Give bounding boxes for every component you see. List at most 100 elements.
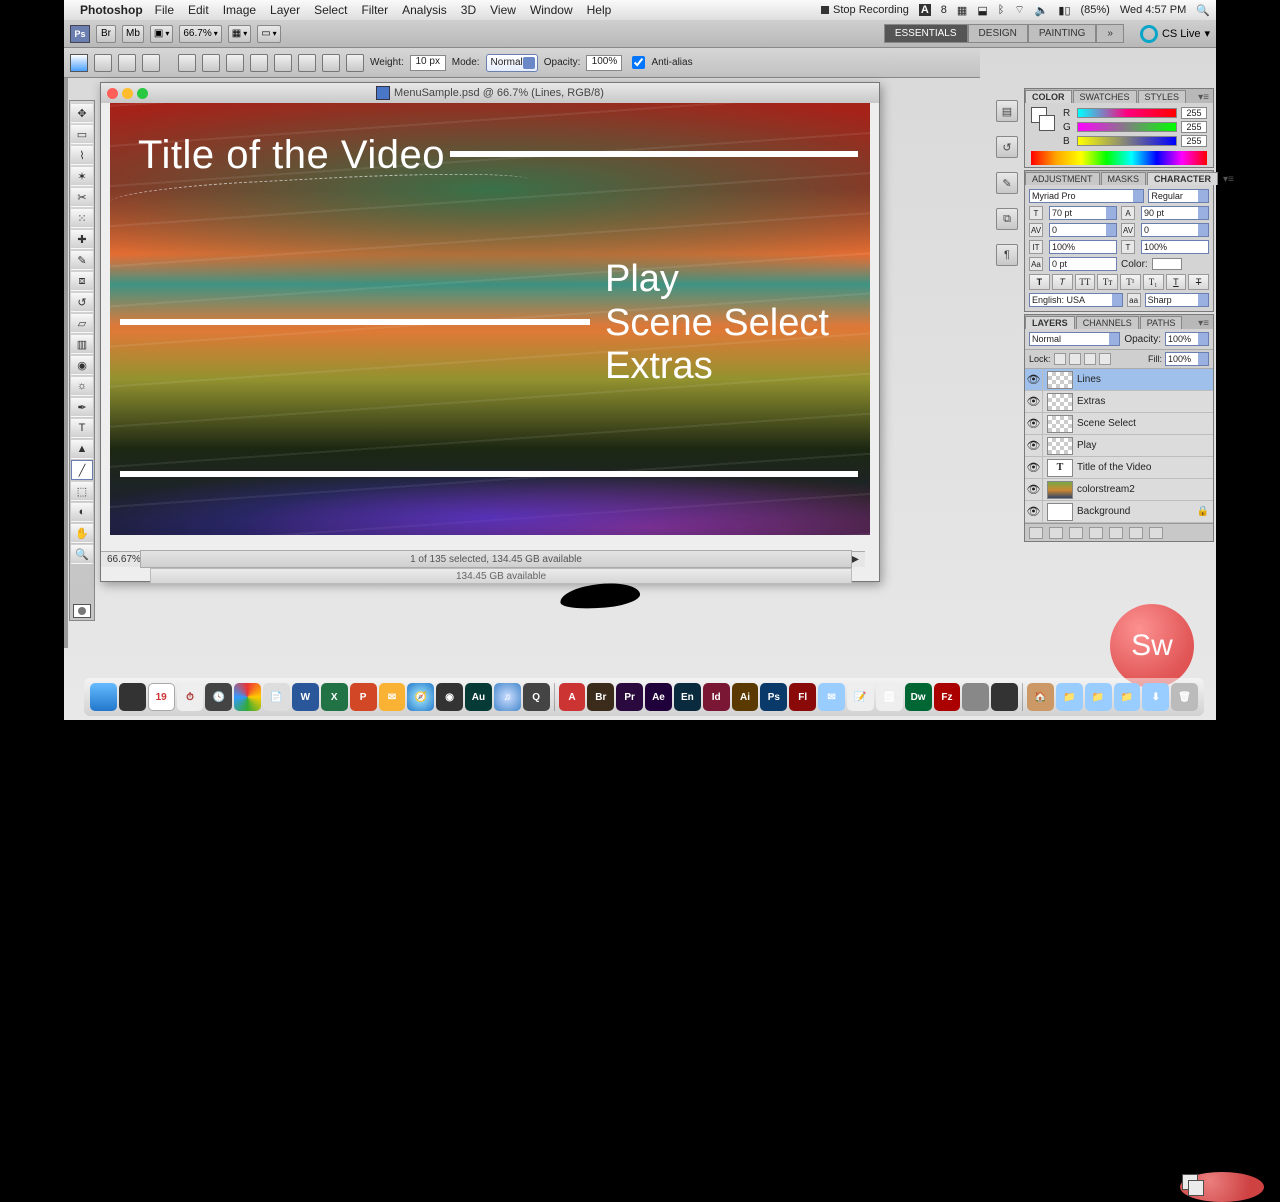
swatches-tab[interactable]: SWATCHES bbox=[1073, 90, 1137, 103]
color-spectrum[interactable] bbox=[1031, 151, 1207, 165]
masks-tab[interactable]: MASKS bbox=[1101, 172, 1147, 185]
font-size-input[interactable]: 70 pt bbox=[1049, 206, 1117, 220]
layer-row[interactable]: 👁 Lines bbox=[1025, 369, 1213, 391]
finder-dock-icon[interactable] bbox=[90, 683, 117, 711]
crop-tool[interactable]: ✂ bbox=[71, 187, 93, 207]
roundrect-shape-icon[interactable] bbox=[250, 54, 268, 72]
text-color-swatch[interactable] bbox=[1152, 258, 1182, 270]
textedit-dock-icon[interactable]: 📝 bbox=[847, 683, 874, 711]
cs-live-button[interactable]: CS Live▾ bbox=[1140, 25, 1210, 43]
layer-thumbnail[interactable]: T bbox=[1047, 459, 1073, 477]
layer-row[interactable]: 👁Scene Select bbox=[1025, 413, 1213, 435]
brush-panel-icon[interactable]: ✎ bbox=[996, 172, 1018, 194]
dvd-dock-icon[interactable]: ◉ bbox=[436, 683, 463, 711]
leading-input[interactable]: 90 pt bbox=[1141, 206, 1209, 220]
font-style-select[interactable]: Regular bbox=[1148, 189, 1209, 203]
layer-thumbnail[interactable] bbox=[1047, 503, 1073, 521]
layer-thumbnail[interactable] bbox=[1047, 481, 1073, 499]
clock-dock-icon[interactable]: 🕓 bbox=[205, 683, 232, 711]
layer-name[interactable]: Title of the Video bbox=[1077, 462, 1152, 473]
canvas[interactable]: Title of the Video Play Scene Select Ext… bbox=[110, 103, 870, 535]
close-window-button[interactable] bbox=[107, 88, 118, 99]
g-slider[interactable] bbox=[1077, 122, 1177, 132]
mail-dock-icon[interactable]: ✉ bbox=[818, 683, 845, 711]
rect-shape-icon[interactable] bbox=[226, 54, 244, 72]
acrobat-dock-icon[interactable]: A bbox=[559, 683, 586, 711]
r-value[interactable]: 255 bbox=[1181, 107, 1207, 119]
healing-tool[interactable]: ✚ bbox=[71, 229, 93, 249]
scripts-icon[interactable]: ▦ bbox=[957, 4, 967, 17]
small-caps-button[interactable]: Tᴛ bbox=[1097, 274, 1118, 290]
layers-panel-menu-icon[interactable]: ▾≡ bbox=[1194, 318, 1213, 329]
minibridge-panel-icon[interactable]: ▤ bbox=[996, 100, 1018, 122]
delete-layer-button[interactable] bbox=[1149, 527, 1163, 539]
minimize-window-button[interactable] bbox=[122, 88, 133, 99]
quicktime-dock-icon[interactable]: Q bbox=[523, 683, 550, 711]
layer-group-button[interactable] bbox=[1109, 527, 1123, 539]
dashboard-dock-icon[interactable] bbox=[119, 683, 146, 711]
layer-row[interactable]: 👁Extras bbox=[1025, 391, 1213, 413]
indesign-dock-icon[interactable]: Id bbox=[703, 683, 730, 711]
b-slider[interactable] bbox=[1077, 136, 1177, 146]
timer-dock-icon[interactable]: ⏱ bbox=[177, 683, 204, 711]
dreamweaver-dock-icon[interactable]: Dw bbox=[905, 683, 932, 711]
gradient-tool[interactable]: ▥ bbox=[71, 334, 93, 354]
trash-dock-icon[interactable]: 🗑 bbox=[1171, 683, 1198, 711]
layer-visibility-icon[interactable]: 👁 bbox=[1025, 479, 1043, 500]
all-caps-button[interactable]: TT bbox=[1075, 274, 1096, 290]
workspace-painting-tab[interactable]: PAINTING bbox=[1028, 24, 1096, 43]
dropbox-icon[interactable]: ⬓ bbox=[977, 4, 987, 17]
antialias-checkbox[interactable] bbox=[632, 56, 645, 69]
line-tool[interactable]: ╱ bbox=[71, 460, 93, 480]
path-select-tool[interactable]: ▲ bbox=[71, 439, 93, 459]
new-layer-button[interactable] bbox=[1129, 527, 1143, 539]
line-shape-icon[interactable] bbox=[322, 54, 340, 72]
status-zoom[interactable]: 66.67% bbox=[107, 554, 141, 565]
collapsed-panel-strip[interactable] bbox=[64, 78, 68, 648]
b-value[interactable]: 255 bbox=[1181, 135, 1207, 147]
3d-tool[interactable]: ⬚ bbox=[71, 481, 93, 501]
layer-name[interactable]: Background bbox=[1077, 506, 1130, 517]
menu-image[interactable]: Image bbox=[223, 3, 256, 17]
layer-blend-mode-select[interactable]: Normal bbox=[1029, 332, 1120, 346]
layer-visibility-icon[interactable]: 👁 bbox=[1025, 391, 1043, 412]
battery-icon[interactable]: ▮▯ bbox=[1058, 4, 1070, 17]
lock-transparency-button[interactable] bbox=[1054, 353, 1066, 365]
view-extras-dropdown[interactable]: ▣ bbox=[150, 25, 173, 43]
layer-row[interactable]: 👁Background🔒 bbox=[1025, 501, 1213, 523]
paragraph-panel-icon[interactable]: ¶ bbox=[996, 244, 1018, 266]
layer-opacity-input[interactable]: 100% bbox=[1165, 332, 1209, 346]
quick-select-tool[interactable]: ✶ bbox=[71, 166, 93, 186]
layer-name[interactable]: colorstream2 bbox=[1077, 484, 1135, 495]
menu-filter[interactable]: Filter bbox=[361, 3, 388, 17]
layer-name[interactable]: Scene Select bbox=[1077, 418, 1136, 429]
layer-visibility-icon[interactable]: 👁 bbox=[1025, 457, 1043, 478]
stop-recording-button[interactable]: Stop Recording bbox=[821, 4, 909, 16]
layer-visibility-icon[interactable]: 👁 bbox=[1025, 369, 1043, 390]
blur-tool[interactable]: ◉ bbox=[71, 355, 93, 375]
menu-layer[interactable]: Layer bbox=[270, 3, 300, 17]
history-panel-icon[interactable]: ↺ bbox=[996, 136, 1018, 158]
photoshop-dock-icon[interactable]: Ps bbox=[760, 683, 787, 711]
paths-tab[interactable]: PATHS bbox=[1140, 316, 1183, 329]
superscript-button[interactable]: T¹ bbox=[1120, 274, 1141, 290]
link-layers-button[interactable] bbox=[1029, 527, 1043, 539]
pen-shape-icon[interactable] bbox=[178, 54, 196, 72]
menu-window[interactable]: Window bbox=[530, 3, 573, 17]
wifi-icon[interactable]: ⌔ bbox=[1014, 3, 1024, 17]
blend-mode-select[interactable]: Normal bbox=[486, 54, 538, 72]
layer-row[interactable]: 👁 colorstream2 bbox=[1025, 479, 1213, 501]
menu-3d[interactable]: 3D bbox=[461, 3, 476, 17]
menu-file[interactable]: File bbox=[155, 3, 174, 17]
color-fgbg-swatch[interactable] bbox=[1031, 107, 1057, 133]
layer-thumbnail[interactable] bbox=[1047, 371, 1073, 389]
lock-image-button[interactable] bbox=[1069, 353, 1081, 365]
menu-select[interactable]: Select bbox=[314, 3, 347, 17]
encore-dock-icon[interactable]: En bbox=[674, 683, 701, 711]
entourage-dock-icon[interactable]: ✉ bbox=[379, 683, 406, 711]
layer-name[interactable]: Lines bbox=[1077, 374, 1101, 385]
excel-dock-icon[interactable]: X bbox=[321, 683, 348, 711]
layer-mask-button[interactable] bbox=[1069, 527, 1083, 539]
automator-dock-icon[interactable] bbox=[962, 683, 989, 711]
pen-tool[interactable]: ✒ bbox=[71, 397, 93, 417]
